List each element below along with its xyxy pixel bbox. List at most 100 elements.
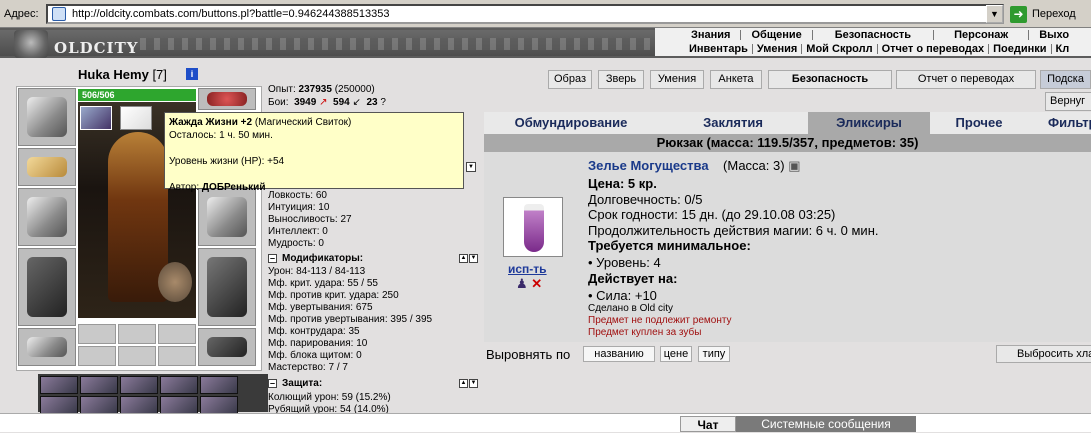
bracers-slot[interactable] bbox=[18, 148, 76, 186]
skills-button[interactable]: Умения bbox=[650, 70, 704, 89]
submenu-scroll[interactable]: Мой Скролл bbox=[802, 43, 876, 55]
belt-icon bbox=[27, 337, 67, 357]
arrow-up-icon: ▲ bbox=[459, 378, 468, 388]
ring-slot-2[interactable] bbox=[118, 324, 156, 344]
ring-slot-3[interactable] bbox=[158, 324, 196, 344]
damage-stat: Урон: 84-113 / 84-113 bbox=[268, 266, 366, 277]
exp-stat: Опыт: 237935 (250000) bbox=[268, 84, 375, 95]
bracers-icon bbox=[27, 157, 67, 177]
offhand-slot[interactable] bbox=[198, 188, 256, 246]
scroll-slot-2[interactable] bbox=[120, 106, 152, 130]
inventory-tabs: Обмундирование Заклятия Эликсиры Прочее … bbox=[484, 112, 1091, 134]
ring-slot-6[interactable] bbox=[158, 346, 196, 366]
belt-slot[interactable] bbox=[18, 328, 76, 366]
armor-slot[interactable] bbox=[18, 248, 76, 326]
sort-by-name-button[interactable]: названию bbox=[583, 346, 655, 362]
fights-stat: Бои: 3949 ↗ 594 ↙ 23 ? bbox=[268, 97, 386, 108]
belt-item-3[interactable] bbox=[120, 376, 158, 394]
submenu-skills[interactable]: Умения bbox=[753, 43, 801, 55]
draws-icon: ? bbox=[380, 97, 386, 108]
item-tooltip: Жажда Жизни +2 (Магический Свиток) Остал… bbox=[164, 112, 464, 193]
pet-button[interactable]: Зверь bbox=[598, 70, 644, 89]
belt-item-4[interactable] bbox=[160, 376, 198, 394]
belt-item-8[interactable] bbox=[120, 396, 158, 414]
return-button[interactable]: Вернуг bbox=[1045, 92, 1091, 111]
scroll-slot-1[interactable] bbox=[80, 106, 112, 130]
submenu-clan[interactable]: Кл bbox=[1052, 43, 1074, 55]
ring-slot-1[interactable] bbox=[78, 324, 116, 344]
sword-icon bbox=[207, 197, 247, 237]
image-button[interactable]: Образ bbox=[548, 70, 592, 89]
defense-header[interactable]: – Защита: ▲ ▼ bbox=[268, 377, 478, 389]
logo-ornament bbox=[140, 38, 650, 50]
tab-elixirs[interactable]: Эликсиры bbox=[808, 112, 930, 134]
block-stat: Мф. блока щитом: 0 bbox=[268, 350, 362, 361]
use-item-link[interactable]: исп-ть bbox=[508, 262, 547, 276]
present-icon[interactable]: ♟ bbox=[516, 276, 528, 291]
transfers-report-button[interactable]: Отчет о переводах bbox=[896, 70, 1036, 89]
sword-icon bbox=[27, 197, 67, 237]
go-button[interactable]: ➜ Переход bbox=[1010, 4, 1091, 24]
arrow-down-icon: ▼ bbox=[469, 253, 478, 263]
belt-item-10[interactable] bbox=[200, 396, 238, 414]
belt-item-1[interactable] bbox=[40, 376, 78, 394]
arrow-down-icon[interactable]: ▼ bbox=[466, 162, 476, 172]
menu-communication[interactable]: Общение bbox=[741, 29, 811, 41]
crit-stat: Мф. крит. удара: 55 / 55 bbox=[268, 278, 378, 289]
tab-equipment[interactable]: Обмундирование bbox=[484, 112, 658, 134]
greaves-icon bbox=[207, 257, 247, 317]
modifiers-header[interactable]: – Модификаторы: ▲ ▼ bbox=[268, 252, 478, 264]
belt-item-2[interactable] bbox=[80, 376, 118, 394]
arrow-right-icon: ➜ bbox=[1010, 5, 1027, 23]
legs-slot[interactable] bbox=[198, 248, 256, 326]
hint-button[interactable]: Подска bbox=[1040, 70, 1091, 89]
url-input[interactable]: http://oldcity.combats.com/buttons.pl?ba… bbox=[46, 4, 1004, 24]
helmet-slot[interactable] bbox=[18, 88, 76, 146]
profile-button[interactable]: Анкета bbox=[710, 70, 762, 89]
info-icon[interactable]: i bbox=[186, 68, 198, 80]
ring-slot-4[interactable] bbox=[78, 346, 116, 366]
tab-filter[interactable]: Фильтр bbox=[1028, 112, 1091, 134]
item-name[interactable]: Зелье Могущества bbox=[588, 158, 709, 173]
submenu-transfers[interactable]: Отчет о переводах bbox=[878, 43, 989, 55]
arrow-up-icon: ▲ bbox=[459, 253, 468, 263]
belt-item-9[interactable] bbox=[160, 396, 198, 414]
weapon-slot[interactable] bbox=[18, 188, 76, 246]
sort-by-price-button[interactable]: цене bbox=[660, 346, 692, 362]
earrings-slot[interactable] bbox=[198, 88, 256, 110]
menu-exit[interactable]: Выхо bbox=[1029, 29, 1079, 41]
belt-item-5[interactable] bbox=[200, 376, 238, 394]
page-icon bbox=[52, 7, 66, 21]
logo-emblem-icon bbox=[14, 30, 48, 58]
chevron-down-icon[interactable]: ▼ bbox=[986, 5, 1003, 23]
menu-knowledge[interactable]: Знания bbox=[655, 29, 740, 41]
ring-slots bbox=[78, 324, 198, 366]
submenu-fights[interactable]: Поединки bbox=[989, 43, 1050, 55]
pierce-stat: Колющий урон: 59 (15.2%) bbox=[268, 392, 391, 403]
drop-junk-button[interactable]: Выбросить хла bbox=[996, 345, 1091, 363]
delete-icon[interactable]: ✕ bbox=[531, 276, 542, 291]
security-button[interactable]: Безопасность bbox=[768, 70, 892, 89]
item-title-row: Зелье Могущества (Масса: 3) ▣ bbox=[588, 158, 800, 174]
item-image[interactable] bbox=[503, 197, 563, 257]
sub-menu: Инвентарь Умения Мой Скролл Отчет о пере… bbox=[655, 42, 1091, 56]
system-messages-tab[interactable]: Системные сообщения bbox=[736, 416, 916, 432]
item-duration: Продолжительность действия магии: 6 ч. 0… bbox=[588, 223, 879, 238]
submenu-inventory[interactable]: Инвентарь bbox=[655, 43, 752, 55]
tab-other[interactable]: Прочее bbox=[930, 112, 1028, 134]
belt-item-7[interactable] bbox=[80, 396, 118, 414]
chat-tab[interactable]: Чат bbox=[680, 416, 736, 432]
belt-item-6[interactable] bbox=[40, 396, 78, 414]
boots-slot[interactable] bbox=[198, 328, 256, 366]
ring-slot-5[interactable] bbox=[118, 346, 156, 366]
sort-by-type-button[interactable]: типу bbox=[698, 346, 730, 362]
character-level: [7] bbox=[152, 67, 167, 82]
menu-character[interactable]: Персонаж bbox=[934, 29, 1028, 41]
url-text: http://oldcity.combats.com/buttons.pl?ba… bbox=[72, 8, 390, 20]
earrings-icon bbox=[207, 92, 247, 106]
tab-spells[interactable]: Заклятия bbox=[658, 112, 808, 134]
menu-security[interactable]: Безопасность bbox=[813, 29, 933, 41]
hp-bar: 506/506 bbox=[78, 89, 196, 101]
item-mass: (Масса: 3) bbox=[723, 158, 785, 173]
item-actions: ♟ ✕ bbox=[516, 276, 542, 292]
